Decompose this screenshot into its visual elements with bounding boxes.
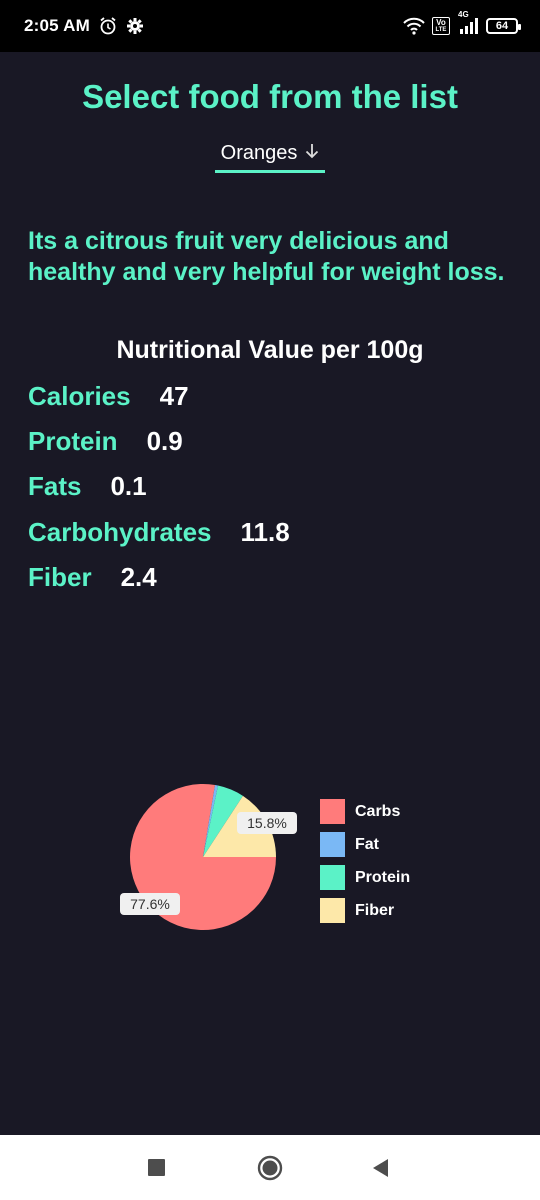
nutrient-value: 2.4 [120, 562, 157, 592]
volte-top-label: Vo [436, 18, 446, 27]
legend-label: Protein [355, 868, 411, 886]
chart-legend: Carbs Fat Protein Fiber [320, 795, 410, 927]
nutrient-label: Fiber [28, 562, 92, 592]
nutrient-row-calories: Calories 47 [28, 381, 189, 412]
nutrient-label: Fats [28, 471, 82, 501]
food-select-dropdown[interactable]: Oranges [215, 137, 325, 173]
page-title: Select food from the list [82, 78, 458, 115]
legend-item-protein: Protein [320, 861, 410, 894]
signal-icon: 4G [456, 10, 480, 34]
nutrient-row-carbohydrates: Carbohydrates 11.8 [28, 517, 290, 548]
volte-icon: Vo LTE [432, 17, 450, 35]
legend-swatch [320, 865, 345, 890]
network-type-label: 4G [458, 10, 469, 19]
wifi-icon [402, 17, 426, 35]
alarm-icon [98, 16, 118, 36]
dropdown-selected-value: Oranges [220, 142, 298, 164]
legend-item-fat: Fat [320, 828, 410, 861]
nutrient-label: Calories [28, 381, 131, 411]
recent-apps-button[interactable] [148, 1159, 165, 1181]
nutrient-value: 0.9 [146, 426, 183, 456]
nutrient-value: 47 [159, 381, 189, 411]
volte-bottom-label: LTE [435, 27, 447, 33]
legend-item-fiber: Fiber [320, 894, 410, 927]
nutrient-row-fats: Fats 0.1 [28, 471, 147, 502]
nutrient-value: 11.8 [240, 517, 290, 547]
battery-level: 64 [495, 20, 509, 32]
pie-data-label: 77.6% [120, 893, 180, 915]
data-label-text: 77.6% [130, 896, 170, 912]
back-button[interactable] [371, 1158, 389, 1183]
nutrient-label: Protein [28, 426, 118, 456]
food-description: Its a citrous fruit very delicious and h… [28, 227, 505, 286]
arrow-down-icon [305, 143, 319, 164]
legend-item-carbs: Carbs [320, 795, 410, 828]
legend-label: Fiber [355, 901, 395, 919]
battery-icon: 64 [486, 18, 521, 34]
nutrient-row-fiber: Fiber 2.4 [28, 562, 157, 593]
settings-gear-icon [126, 17, 144, 35]
home-button[interactable] [257, 1155, 283, 1186]
legend-swatch [320, 898, 345, 923]
nutrient-value: 0.1 [110, 471, 147, 501]
legend-label: Carbs [355, 802, 401, 820]
pie-data-label: 15.8% [237, 812, 297, 834]
nutrient-label: Carbohydrates [28, 517, 212, 547]
legend-label: Fat [355, 835, 379, 853]
nutrient-row-protein: Protein 0.9 [28, 426, 183, 457]
status-time: 2:05 AM [24, 16, 90, 35]
legend-swatch [320, 832, 345, 857]
navigation-bar [0, 1135, 540, 1200]
legend-swatch [320, 799, 345, 824]
status-bar: 2:05 AM Vo LTE 4G 64 [0, 0, 540, 52]
data-label-text: 15.8% [247, 815, 287, 831]
nutrition-heading: Nutritional Value per 100g [116, 336, 424, 364]
